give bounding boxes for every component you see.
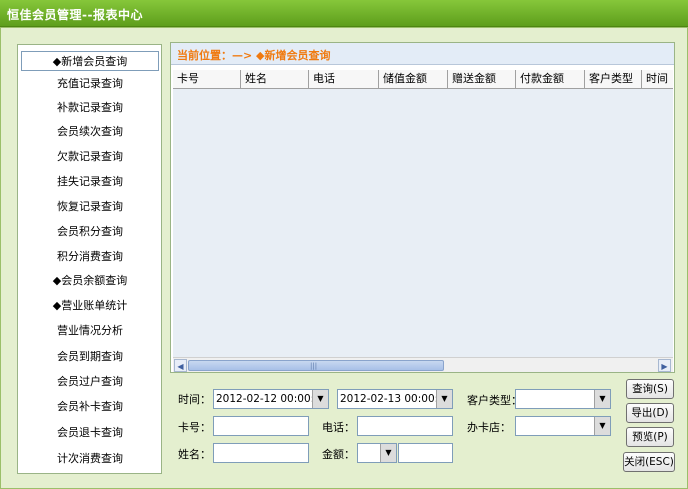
chevron-down-icon[interactable]: ▼ [380, 444, 396, 462]
scroll-left-icon[interactable]: ◀ [174, 359, 187, 372]
sidebar-item-member-transfer[interactable]: 会员过户查询 [21, 372, 159, 392]
time-from-value: 2012-02-12 00:00:01 [216, 393, 328, 405]
breadcrumb: 当前位置：—> ◆新增会员查询 [171, 43, 674, 65]
sidebar-item-member-renewal[interactable]: 会员续次查询 [21, 122, 159, 142]
sidebar-item-member-balance[interactable]: ◆会员余额查询 [21, 271, 159, 291]
sidebar-item-new-member-query[interactable]: ◆新增会员查询 [21, 51, 159, 71]
phone-input[interactable] [357, 416, 453, 436]
report-sidebar: ◆新增会员查询 充值记录查询 补款记录查询 会员续次查询 欠款记录查询 挂失记录… [17, 44, 162, 474]
customer-type-label: 客户类型： [467, 394, 522, 407]
sidebar-item-recharge-records[interactable]: 充值记录查询 [21, 74, 159, 94]
grid-body[interactable] [173, 89, 673, 358]
time-label: 时间： [178, 393, 211, 406]
column-header-name[interactable]: 姓名 [241, 70, 309, 88]
sidebar-item-restore-records[interactable]: 恢复记录查询 [21, 197, 159, 217]
grip-icon: ||| [310, 362, 318, 370]
column-header-bonus-amount[interactable]: 赠送金额 [448, 70, 516, 88]
report-panel: 当前位置：—> ◆新增会员查询 卡号 姓名 电话 储值金额 赠送金额 付款金额 … [170, 42, 675, 373]
export-button[interactable]: 导出(D) [626, 403, 674, 423]
chevron-down-icon[interactable]: ▼ [594, 417, 610, 435]
column-header-phone[interactable]: 电话 [309, 70, 379, 88]
column-header-paid-amount[interactable]: 付款金额 [516, 70, 585, 88]
store-select[interactable]: ▼ [515, 416, 611, 436]
sidebar-item-loss-records[interactable]: 挂失记录查询 [21, 172, 159, 192]
name-input[interactable] [213, 443, 309, 463]
amount-input[interactable] [398, 443, 453, 463]
scroll-right-icon[interactable]: ▶ [658, 359, 671, 372]
sidebar-item-points-consumption[interactable]: 积分消费查询 [21, 247, 159, 267]
sidebar-item-member-points[interactable]: 会员积分查询 [21, 222, 159, 242]
time-from-picker[interactable]: 2012-02-12 00:00:01 ▼ [213, 389, 329, 409]
customer-type-select[interactable]: ▼ [515, 389, 611, 409]
preview-button[interactable]: 预览(P) [626, 427, 674, 447]
name-label: 姓名： [178, 448, 211, 461]
sidebar-item-member-expiry[interactable]: 会员到期查询 [21, 347, 159, 367]
sidebar-item-card-reissue[interactable]: 会员补卡查询 [21, 397, 159, 417]
phone-label: 电话： [322, 421, 355, 434]
horizontal-scrollbar[interactable]: ◀ ||| ▶ [173, 357, 673, 372]
title-bar: 恒佳会员管理--报表中心 [0, 0, 688, 27]
chevron-down-icon[interactable]: ▼ [594, 390, 610, 408]
column-header-customer-type[interactable]: 客户类型 [585, 70, 642, 88]
chevron-down-icon[interactable]: ▼ [312, 390, 328, 408]
sidebar-item-arrears-records[interactable]: 欠款记录查询 [21, 147, 159, 167]
time-to-picker[interactable]: 2012-02-13 00:00:01 ▼ [337, 389, 453, 409]
sidebar-item-count-consumption[interactable]: 计次消费查询 [21, 449, 159, 469]
card-label: 卡号： [178, 421, 211, 434]
close-button[interactable]: 关闭(ESC) [623, 452, 675, 472]
grid-header: 卡号 姓名 电话 储值金额 赠送金额 付款金额 客户类型 时间 [173, 70, 673, 89]
sidebar-item-business-analysis[interactable]: 营业情况分析 [21, 321, 159, 341]
store-label: 办卡店： [467, 421, 511, 434]
breadcrumb-text: 当前位置：—> ◆新增会员查询 [177, 49, 331, 62]
time-to-value: 2012-02-13 00:00:01 [340, 393, 452, 405]
sidebar-item-supplement-records[interactable]: 补款记录查询 [21, 98, 159, 118]
column-header-card[interactable]: 卡号 [173, 70, 241, 88]
scroll-thumb[interactable]: ||| [188, 360, 444, 371]
sidebar-item-card-return[interactable]: 会员退卡查询 [21, 423, 159, 443]
amount-label: 金额： [322, 448, 355, 461]
amount-operator-select[interactable]: ▼ [357, 443, 397, 463]
window-title: 恒佳会员管理--报表中心 [7, 8, 143, 22]
column-header-time[interactable]: 时间 [642, 70, 673, 88]
query-button[interactable]: 查询(S) [626, 379, 674, 399]
chevron-down-icon[interactable]: ▼ [436, 390, 452, 408]
column-header-stored-amount[interactable]: 储值金额 [379, 70, 448, 88]
card-input[interactable] [213, 416, 309, 436]
sidebar-item-business-bills[interactable]: ◆营业账单统计 [21, 296, 159, 316]
